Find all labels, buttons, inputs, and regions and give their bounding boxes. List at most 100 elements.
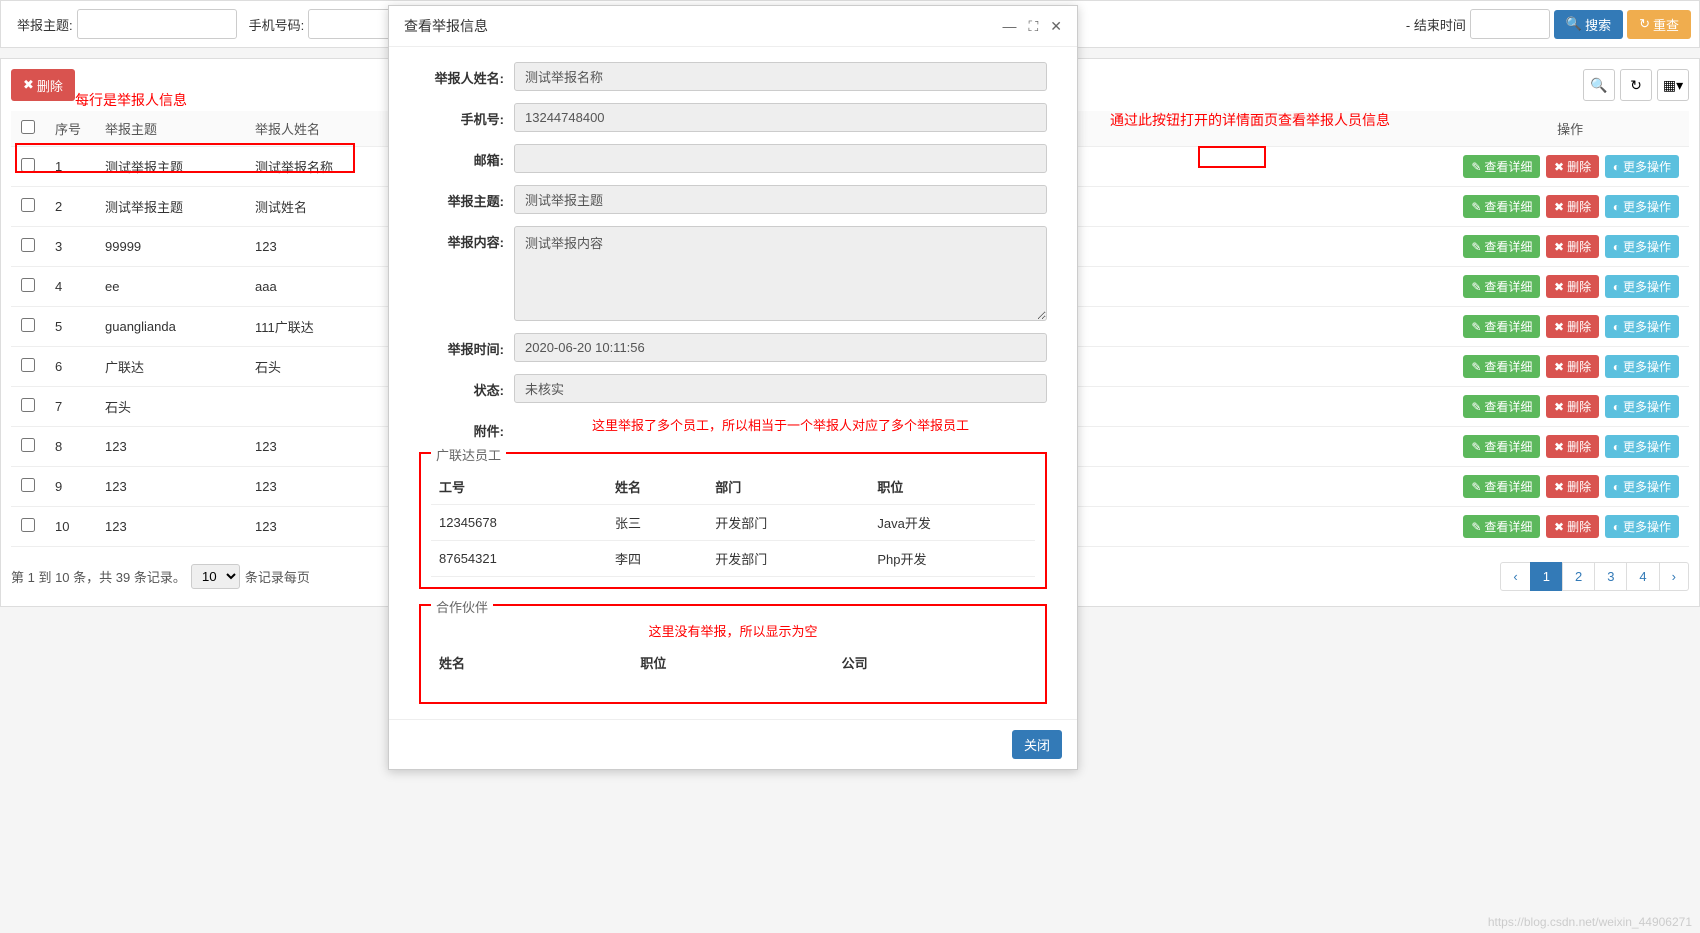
pagination: ‹ 1 2 3 4 › xyxy=(1501,562,1689,591)
partner-col-position: 职位 xyxy=(632,645,833,680)
row-delete-button[interactable]: ✖删除 xyxy=(1546,155,1599,178)
select-all-checkbox[interactable] xyxy=(21,120,35,134)
minimize-icon[interactable]: — xyxy=(1002,18,1016,35)
view-detail-button[interactable]: ✎查看详细 xyxy=(1463,315,1540,338)
bulk-delete-button[interactable]: ✖ 删除 xyxy=(11,69,75,101)
row-delete-button[interactable]: ✖删除 xyxy=(1546,315,1599,338)
more-actions-button[interactable]: ◐更多操作 xyxy=(1605,475,1679,498)
per-page-select[interactable]: 10 xyxy=(191,564,240,589)
employee-table: 工号 姓名 部门 职位 12345678张三开发部门Java开发87654321… xyxy=(431,469,1035,577)
view-detail-button[interactable]: ✎查看详细 xyxy=(1463,235,1540,258)
row-delete-button[interactable]: ✖删除 xyxy=(1546,395,1599,418)
label-email: 邮箱: xyxy=(419,144,514,169)
field-status xyxy=(514,374,1047,403)
search-label: 搜索 xyxy=(1585,15,1611,34)
table-search-button[interactable]: 🔍 xyxy=(1583,69,1615,101)
more-actions-button[interactable]: ◐更多操作 xyxy=(1605,155,1679,178)
view-detail-button[interactable]: ✎查看详细 xyxy=(1463,515,1540,538)
more-icon: ◐ xyxy=(1613,440,1620,454)
grid-options-button[interactable]: ▦▾ xyxy=(1657,69,1689,101)
cell-topic: 123 xyxy=(95,467,245,507)
maximize-icon[interactable]: ⛶ xyxy=(1028,18,1038,35)
view-detail-button[interactable]: ✎查看详细 xyxy=(1463,435,1540,458)
employee-fieldset: 广联达员工 工号 姓名 部门 职位 12345678张三开发部门Java开发87… xyxy=(419,452,1047,589)
modal-close-button[interactable]: 关闭 xyxy=(1012,730,1062,759)
view-detail-button[interactable]: ✎查看详细 xyxy=(1463,195,1540,218)
view-detail-button[interactable]: ✎查看详细 xyxy=(1463,355,1540,378)
more-actions-button[interactable]: ◐更多操作 xyxy=(1605,195,1679,218)
edit-icon: ✎ xyxy=(1471,240,1481,254)
close-icon[interactable]: ✕ xyxy=(1050,18,1062,35)
more-icon: ◐ xyxy=(1613,280,1620,294)
row-delete-button[interactable]: ✖删除 xyxy=(1546,475,1599,498)
reset-label: 重查 xyxy=(1653,15,1679,34)
page-prev[interactable]: ‹ xyxy=(1500,562,1530,591)
row-delete-button[interactable]: ✖删除 xyxy=(1546,435,1599,458)
topic-filter-label: 举报主题: xyxy=(17,15,73,34)
row-checkbox[interactable] xyxy=(21,278,35,292)
reset-button[interactable]: ↻ 重查 xyxy=(1627,10,1691,39)
row-delete-button[interactable]: ✖删除 xyxy=(1546,515,1599,538)
more-icon: ◐ xyxy=(1613,400,1620,414)
field-phone xyxy=(514,103,1047,132)
partner-col-name: 姓名 xyxy=(431,645,632,680)
row-delete-button[interactable]: ✖删除 xyxy=(1546,235,1599,258)
more-icon: ◐ xyxy=(1613,320,1620,334)
row-checkbox[interactable] xyxy=(21,358,35,372)
view-detail-button[interactable]: ✎查看详细 xyxy=(1463,475,1540,498)
refresh-icon: ↻ xyxy=(1630,77,1642,94)
refresh-button[interactable]: ↻ xyxy=(1620,69,1652,101)
row-checkbox[interactable] xyxy=(21,518,35,532)
label-attachment: 附件: xyxy=(419,415,514,440)
row-delete-button[interactable]: ✖删除 xyxy=(1546,275,1599,298)
edit-icon: ✎ xyxy=(1471,520,1481,534)
page-1[interactable]: 1 xyxy=(1530,562,1563,591)
end-time-input[interactable] xyxy=(1470,9,1550,39)
row-checkbox[interactable] xyxy=(21,318,35,332)
row-checkbox[interactable] xyxy=(21,238,35,252)
label-topic: 举报主题: xyxy=(419,185,514,210)
emp-col-name: 姓名 xyxy=(607,469,707,505)
field-email xyxy=(514,144,1047,173)
delete-icon: ✖ xyxy=(1554,160,1564,174)
more-actions-button[interactable]: ◐更多操作 xyxy=(1605,355,1679,378)
partner-col-company: 公司 xyxy=(834,645,1035,680)
page-3[interactable]: 3 xyxy=(1594,562,1627,591)
row-checkbox[interactable] xyxy=(21,198,35,212)
more-actions-button[interactable]: ◐更多操作 xyxy=(1605,275,1679,298)
more-actions-button[interactable]: ◐更多操作 xyxy=(1605,235,1679,258)
row-checkbox[interactable] xyxy=(21,398,35,412)
more-actions-button[interactable]: ◐更多操作 xyxy=(1605,515,1679,538)
annotation-multi-employee: 这里举报了多个员工，所以相当于一个举报人对应了多个举报员工 xyxy=(514,415,1047,434)
view-detail-button[interactable]: ✎查看详细 xyxy=(1463,395,1540,418)
cell-topic: 测试举报主题 xyxy=(95,187,245,227)
page-2[interactable]: 2 xyxy=(1562,562,1595,591)
grid-icon: ▦▾ xyxy=(1663,77,1683,94)
row-delete-button[interactable]: ✖删除 xyxy=(1546,355,1599,378)
delete-label: 删除 xyxy=(37,76,63,95)
cell-seq: 4 xyxy=(45,267,95,307)
more-icon: ◐ xyxy=(1613,360,1620,374)
search-button[interactable]: 🔍 搜索 xyxy=(1554,10,1623,39)
end-time-label: - 结束时间 xyxy=(1406,15,1466,34)
row-checkbox[interactable] xyxy=(21,478,35,492)
page-info-text: 第 1 到 10 条，共 39 条记录。 xyxy=(11,567,186,586)
topic-filter-input[interactable] xyxy=(77,9,237,39)
page-4[interactable]: 4 xyxy=(1626,562,1659,591)
more-actions-button[interactable]: ◐更多操作 xyxy=(1605,395,1679,418)
row-checkbox[interactable] xyxy=(21,158,35,172)
view-detail-button[interactable]: ✎查看详细 xyxy=(1463,275,1540,298)
row-delete-button[interactable]: ✖删除 xyxy=(1546,195,1599,218)
cell-topic: guanglianda xyxy=(95,307,245,347)
delete-icon: ✖ xyxy=(1554,240,1564,254)
cell-seq: 1 xyxy=(45,147,95,187)
label-status: 状态: xyxy=(419,374,514,399)
cell-topic: 123 xyxy=(95,507,245,547)
cell-seq: 7 xyxy=(45,387,95,427)
view-detail-button[interactable]: ✎查看详细 xyxy=(1463,155,1540,178)
more-actions-button[interactable]: ◐更多操作 xyxy=(1605,435,1679,458)
page-next[interactable]: › xyxy=(1659,562,1689,591)
field-name xyxy=(514,62,1047,91)
row-checkbox[interactable] xyxy=(21,438,35,452)
more-actions-button[interactable]: ◐更多操作 xyxy=(1605,315,1679,338)
